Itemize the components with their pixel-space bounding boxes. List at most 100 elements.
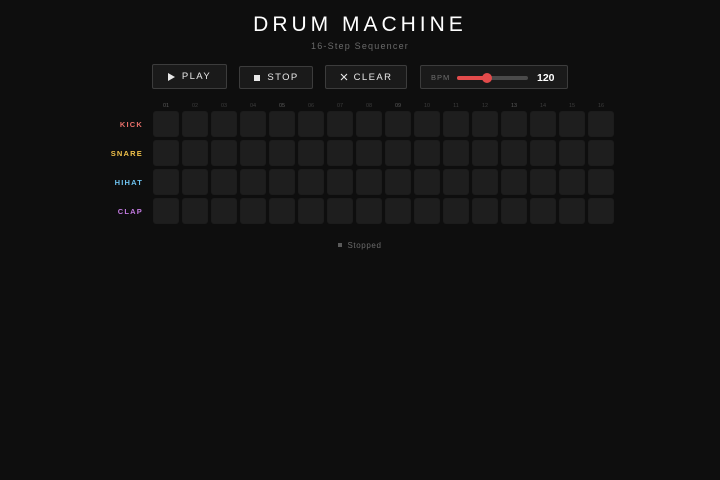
step-pad-kick-1[interactable]: [153, 111, 179, 137]
step-number: 06: [307, 103, 315, 109]
step-pad-kick-6[interactable]: [298, 111, 324, 137]
step-pad-snare-3[interactable]: [211, 140, 237, 166]
step-number: 07: [336, 103, 344, 109]
step-pad-snare-11[interactable]: [443, 140, 469, 166]
step-number: 10: [423, 103, 431, 109]
step-pad-snare-4[interactable]: [240, 140, 266, 166]
step-pad-kick-12[interactable]: [472, 111, 498, 137]
step-pad-clap-4[interactable]: [240, 198, 266, 224]
bpm-slider[interactable]: [457, 73, 528, 83]
track-label-hihat: HIHAT: [114, 178, 143, 187]
step-pad-clap-1[interactable]: [153, 198, 179, 224]
step-pad-kick-5[interactable]: [269, 111, 295, 137]
step-pad-snare-6[interactable]: [298, 140, 324, 166]
step-pad-clap-10[interactable]: [414, 198, 440, 224]
step-pad-snare-10[interactable]: [414, 140, 440, 166]
step-pad-hihat-3[interactable]: [211, 169, 237, 195]
step-pad-clap-5[interactable]: [269, 198, 295, 224]
step-pad-hihat-15[interactable]: [559, 169, 585, 195]
step-pad-kick-8[interactable]: [356, 111, 382, 137]
step-pad-snare-16[interactable]: [588, 140, 614, 166]
step-pad-clap-16[interactable]: [588, 198, 614, 224]
step-number: 15: [568, 103, 576, 109]
step-pad-hihat-9[interactable]: [385, 169, 411, 195]
step-pad-hihat-6[interactable]: [298, 169, 324, 195]
step-number: 14: [539, 103, 547, 109]
step-pad-clap-15[interactable]: [559, 198, 585, 224]
step-pad-hihat-11[interactable]: [443, 169, 469, 195]
stop-icon: [253, 74, 261, 82]
step-number: 16: [597, 103, 605, 109]
step-pad-snare-13[interactable]: [501, 140, 527, 166]
stop-button-label: STOP: [267, 72, 299, 83]
clear-button-label: CLEAR: [353, 71, 393, 83]
step-pad-kick-11[interactable]: [443, 111, 469, 137]
step-number: 05: [278, 103, 286, 109]
clear-button[interactable]: CLEAR: [325, 65, 407, 89]
step-pad-hihat-16[interactable]: [588, 169, 614, 195]
step-pad-hihat-7[interactable]: [327, 169, 353, 195]
step-pad-snare-14[interactable]: [530, 140, 556, 166]
step-number: 11: [453, 103, 459, 109]
step-pad-kick-7[interactable]: [327, 111, 353, 137]
step-pad-snare-5[interactable]: [269, 140, 295, 166]
step-pad-snare-1[interactable]: [153, 140, 179, 166]
step-pad-clap-8[interactable]: [356, 198, 382, 224]
bpm-label: BPM: [431, 73, 451, 82]
step-pad-clap-14[interactable]: [530, 198, 556, 224]
step-pad-kick-3[interactable]: [211, 111, 237, 137]
step-number: 01: [162, 103, 170, 109]
step-number: 09: [394, 103, 402, 109]
play-icon: [168, 72, 176, 81]
step-number: 03: [220, 103, 228, 109]
step-pad-hihat-1[interactable]: [153, 169, 179, 195]
close-icon: [340, 73, 348, 81]
step-pad-kick-14[interactable]: [530, 111, 556, 137]
step-pad-clap-6[interactable]: [298, 198, 324, 224]
step-number: 04: [249, 103, 257, 109]
step-pad-kick-10[interactable]: [414, 111, 440, 137]
step-pad-clap-9[interactable]: [385, 198, 411, 224]
step-pad-hihat-14[interactable]: [530, 169, 556, 195]
step-pad-snare-2[interactable]: [182, 140, 208, 166]
bpm-slider-thumb[interactable]: [482, 73, 492, 83]
step-pad-clap-13[interactable]: [501, 198, 527, 224]
step-pad-kick-9[interactable]: [385, 111, 411, 137]
status-dot-icon: [338, 242, 343, 247]
step-pad-hihat-4[interactable]: [240, 169, 266, 195]
step-pad-snare-12[interactable]: [472, 140, 498, 166]
play-button[interactable]: PLAY: [152, 64, 227, 89]
step-pad-kick-13[interactable]: [501, 111, 527, 137]
play-button-label: PLAY: [181, 71, 212, 82]
step-pad-hihat-10[interactable]: [414, 169, 440, 195]
app-subtitle: 16-Step Sequencer: [311, 41, 409, 51]
track-label-kick: KICK: [119, 120, 143, 129]
stop-button[interactable]: STOP: [239, 66, 313, 89]
step-pad-hihat-5[interactable]: [269, 169, 295, 195]
step-pad-clap-12[interactable]: [472, 198, 498, 224]
bpm-value: 120: [537, 72, 555, 84]
step-pad-hihat-2[interactable]: [182, 169, 208, 195]
step-number: 13: [510, 103, 518, 109]
step-pad-hihat-13[interactable]: [501, 169, 527, 195]
step-number: 02: [191, 103, 199, 109]
step-pad-hihat-8[interactable]: [356, 169, 382, 195]
drum-machine-app: DRUM MACHINE 16-Step Sequencer PLAY STOP…: [0, 0, 720, 480]
step-pad-kick-2[interactable]: [182, 111, 208, 137]
step-number: 12: [481, 103, 489, 109]
step-pad-hihat-12[interactable]: [472, 169, 498, 195]
step-pad-clap-2[interactable]: [182, 198, 208, 224]
track-label-snare: SNARE: [110, 149, 143, 158]
status-indicator: Stopped: [0, 241, 720, 251]
step-pad-clap-3[interactable]: [211, 198, 237, 224]
step-pad-clap-7[interactable]: [327, 198, 353, 224]
step-pad-snare-8[interactable]: [356, 140, 382, 166]
step-pad-snare-15[interactable]: [559, 140, 585, 166]
step-pad-kick-16[interactable]: [588, 111, 614, 137]
step-pad-snare-9[interactable]: [385, 140, 411, 166]
app-title: DRUM MACHINE: [253, 13, 467, 36]
step-pad-clap-11[interactable]: [443, 198, 469, 224]
step-pad-kick-15[interactable]: [559, 111, 585, 137]
step-pad-snare-7[interactable]: [327, 140, 353, 166]
step-pad-kick-4[interactable]: [240, 111, 266, 137]
